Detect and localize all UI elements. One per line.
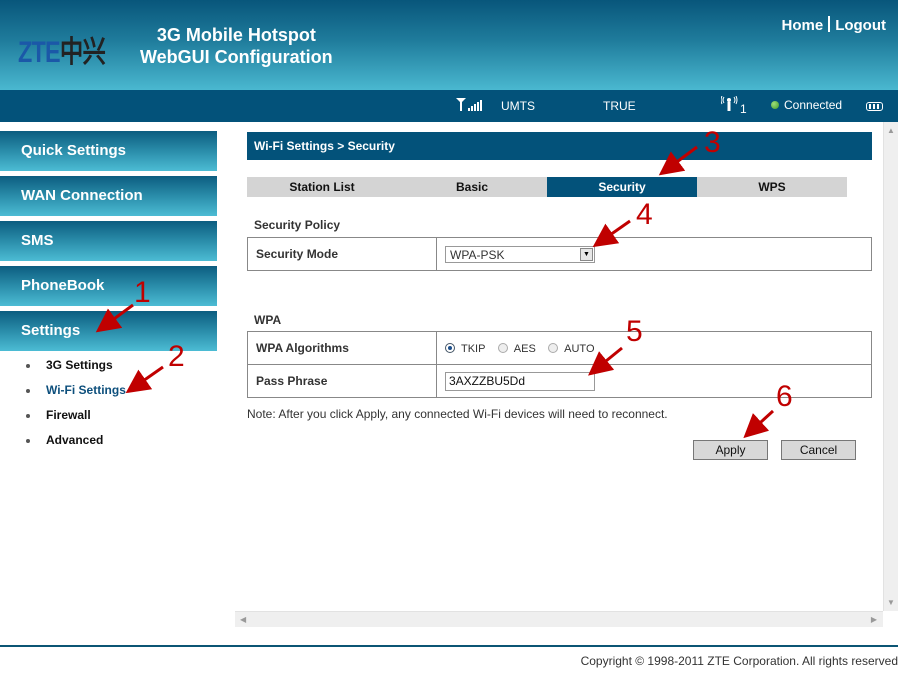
annotation-arrow-5: [588, 346, 623, 376]
annotation-arrow-2: [125, 365, 164, 394]
annotation-arrow-6: [743, 409, 775, 439]
annotation-arrow-1: [95, 303, 134, 333]
annotation-arrows: [95, 145, 775, 439]
annotation-arrow-4: [592, 219, 631, 248]
annotation-arrow-3: [658, 145, 698, 176]
